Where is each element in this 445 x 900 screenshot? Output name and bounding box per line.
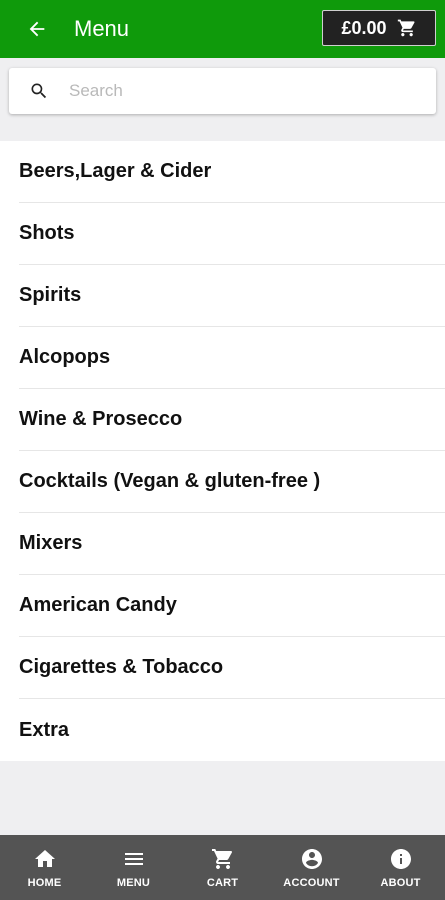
nav-label: ABOUT <box>380 876 421 889</box>
back-button[interactable] <box>8 0 66 58</box>
search-area <box>0 58 445 128</box>
cart-total: £0.00 <box>341 17 387 38</box>
home-icon <box>33 847 57 871</box>
category-item-extra[interactable]: Extra <box>19 699 445 761</box>
category-item-cocktails[interactable]: Cocktails (Vegan & gluten-free ) <box>19 451 445 513</box>
category-item-wine-prosecco[interactable]: Wine & Prosecco <box>19 389 445 451</box>
cart-icon <box>397 18 417 38</box>
info-icon <box>389 847 413 871</box>
search-icon <box>9 68 69 114</box>
category-item-american-candy[interactable]: American Candy <box>19 575 445 637</box>
cart-total-button[interactable]: £0.00 <box>322 10 436 46</box>
category-item-spirits[interactable]: Spirits <box>19 265 445 327</box>
page-title: Menu <box>74 16 130 41</box>
menu-icon <box>122 847 146 871</box>
cart-icon <box>211 847 235 871</box>
account-icon <box>300 847 324 871</box>
app-bar: Menu £0.00 <box>0 0 445 58</box>
category-item-alcopops[interactable]: Alcopops <box>19 327 445 389</box>
category-item-beers-lager-cider[interactable]: Beers,Lager & Cider <box>19 141 445 203</box>
nav-label: CART <box>206 876 239 889</box>
category-list: Beers,Lager & Cider Shots Spirits Alcopo… <box>0 141 445 761</box>
nav-item-cart[interactable]: CART <box>178 835 267 900</box>
nav-item-account[interactable]: ACCOUNT <box>267 835 356 900</box>
nav-item-home[interactable]: HOME <box>0 835 89 900</box>
search-input[interactable] <box>69 71 409 111</box>
nav-label: ACCOUNT <box>283 876 340 889</box>
search-bar[interactable] <box>9 68 436 114</box>
category-item-shots[interactable]: Shots <box>19 203 445 265</box>
category-item-cigarettes-tobacco[interactable]: Cigarettes & Tobacco <box>19 637 445 699</box>
arrow-back-icon <box>26 18 48 40</box>
nav-label: MENU <box>116 876 151 889</box>
nav-item-menu[interactable]: MENU <box>89 835 178 900</box>
nav-item-about[interactable]: ABOUT <box>356 835 445 900</box>
category-item-mixers[interactable]: Mixers <box>19 513 445 575</box>
nav-label: HOME <box>27 876 62 889</box>
bottom-navigation: HOME MENU CART ACCOUNT ABOUT <box>0 835 445 900</box>
